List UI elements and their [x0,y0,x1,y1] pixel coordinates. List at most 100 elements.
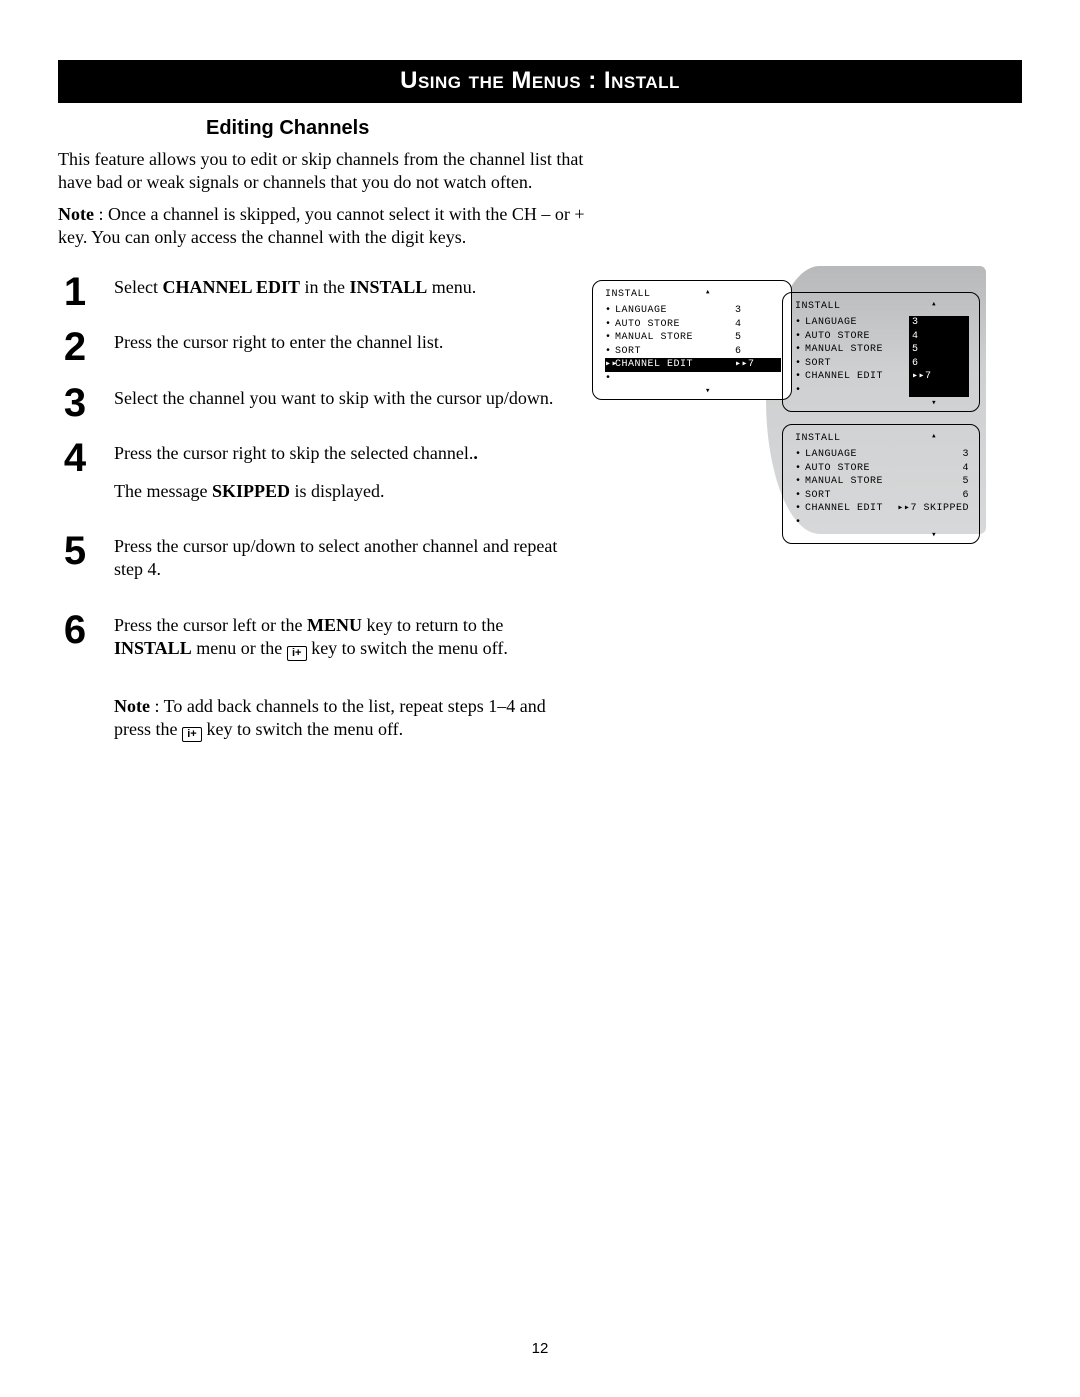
text: menu or the [192,638,287,658]
pointer-icon: ▸▸ [605,358,615,372]
arrow-down-icon: ▾ [931,398,937,408]
arrow-up-icon: ▴ [705,287,711,297]
top-note: Note : Once a channel is skipped, you ca… [58,203,618,248]
menu-value: 6 [735,345,781,359]
menu-value: 6 [962,489,969,503]
text: Press the cursor right to skip the selec… [114,443,473,463]
menu-row: •SORT6 [605,345,781,359]
step-body: Select CHANNEL EDIT in the INSTALL menu. [114,272,476,313]
step-number: 6 [58,610,92,650]
menu-label: SORT [615,345,735,359]
menu-value: 7 [925,371,932,382]
menu-panel-a: ▴ INSTALL •LANGUAGE3 •AUTO STORE4 •MANUA… [592,280,792,400]
menu-row: • [605,372,781,386]
bold-text: MENU [307,615,362,635]
note-body: : Once a channel is skipped, you cannot … [58,204,585,247]
menu-title: INSTALL [605,289,781,300]
menu-panel-b: ▴ INSTALL • LANGUAGE3 •AUTO STORE4 •MANUA… [782,292,980,412]
menu-label: AUTO STORE [805,330,909,344]
page: Using the Menus : Install Editing Channe… [0,0,1080,742]
menu-row: •MANUAL STORE5 [795,343,969,357]
menu-row: • [795,516,969,530]
menu-row: •MANUAL STORE5 [605,331,781,345]
text: Press the cursor left or the [114,615,307,635]
menu-label: LANGUAGE [805,316,909,330]
menu-label: LANGUAGE [615,304,735,318]
step-body: Press the cursor up/down to select anoth… [114,531,568,596]
menu-value: 3 [909,316,969,330]
note-label: Note [114,696,150,716]
step-1: 1 Select CHANNEL EDIT in the INSTALL men… [58,272,568,313]
subheading: Editing Channels [206,117,1022,140]
text: Press the cursor up/down to select anoth… [114,535,568,582]
arrow-up-icon: ▴ [931,299,937,309]
page-number: 12 [0,1340,1080,1357]
menu-label: AUTO STORE [805,462,962,476]
text: key to switch the menu off. [307,638,508,658]
text: key to switch the menu off. [202,719,403,739]
menu-value: 4 [909,330,969,344]
menu-label: SORT [805,489,962,503]
menu-label: MANUAL STORE [805,343,909,357]
step-2: 2 Press the cursor right to enter the ch… [58,327,568,368]
menu-label: CHANNEL EDIT [805,370,909,384]
steps-column: 1 Select CHANNEL EDIT in the INSTALL men… [58,272,568,742]
skipped-label: SKIPPED [923,503,969,514]
step-body: Press the cursor left or the MENU key to… [114,610,568,675]
menu-panel-c: ▴ INSTALL •LANGUAGE3 •AUTO STORE4 •MANUA… [782,424,980,544]
menu-label: MANUAL STORE [615,331,735,345]
text: in the [300,277,350,297]
menu-row: •AUTO STORE4 [795,462,969,476]
text: Select [114,277,162,297]
menu-value: 3 [735,304,781,318]
section-banner: Using the Menus : Install [58,60,1022,103]
text: Press the cursor right to enter the chan… [114,331,443,354]
menu-value: 5 [909,343,969,357]
menu-row: •SORT6 [795,357,969,371]
menu-value: 6 [909,357,969,371]
menu-row: •AUTO STORE4 [605,318,781,332]
note-label: Note [58,204,94,224]
arrow-down-icon: ▾ [931,530,937,540]
info-plus-icon: i+ [287,646,307,661]
menu-value: 4 [735,318,781,332]
text: is displayed. [290,481,385,501]
menu-row: •LANGUAGE3 [605,304,781,318]
menu-label: LANGUAGE [805,448,962,462]
menu-value: 4 [962,462,969,476]
bold-text: INSTALL [350,277,428,297]
arrow-down-icon: ▾ [705,386,711,396]
menu-title: INSTALL [795,433,969,444]
menu-row: •CHANNEL EDIT▸▸7 [795,370,969,384]
menu-value: 5 [735,331,781,345]
step-number: 5 [58,531,92,571]
step-number: 3 [58,383,92,423]
bottom-note: Note : To add back channels to the list,… [114,695,568,742]
text: The message [114,481,212,501]
menu-row: •AUTO STORE4 [795,330,969,344]
content-columns: 1 Select CHANNEL EDIT in the INSTALL men… [58,272,1022,742]
menu-label: MANUAL STORE [805,475,962,489]
intro-paragraph: This feature allows you to edit or skip … [58,148,618,193]
menu-value: 7 [910,503,917,514]
menu-label: SORT [805,357,909,371]
menu-row-selected: ▸▸CHANNEL EDIT▸▸7 [605,358,781,372]
illustration-column: ▴ INSTALL •LANGUAGE3 •AUTO STORE4 •MANUA… [592,272,1022,400]
step-4: 4 Press the cursor right to skip the sel… [58,438,568,517]
bold-text: CHANNEL EDIT [162,277,300,297]
text: Select the channel you want to skip with… [114,387,553,410]
menu-value: 3 [962,448,969,462]
step-5: 5 Press the cursor up/down to select ano… [58,531,568,596]
text: key to return to the [362,615,503,635]
step-body: Press the cursor right to skip the selec… [114,438,478,517]
menu-value: 7 [748,359,755,370]
text: menu. [427,277,476,297]
menu-value: 5 [962,475,969,489]
menu-row: • [795,384,969,398]
menu-label: CHANNEL EDIT [615,358,735,372]
menu-row: •CHANNEL EDIT▸▸7 SKIPPED [795,502,969,516]
menu-title: INSTALL [795,301,969,312]
step-body: Press the cursor right to enter the chan… [114,327,443,368]
info-plus-icon: i+ [182,727,202,742]
step-number: 1 [58,272,92,312]
